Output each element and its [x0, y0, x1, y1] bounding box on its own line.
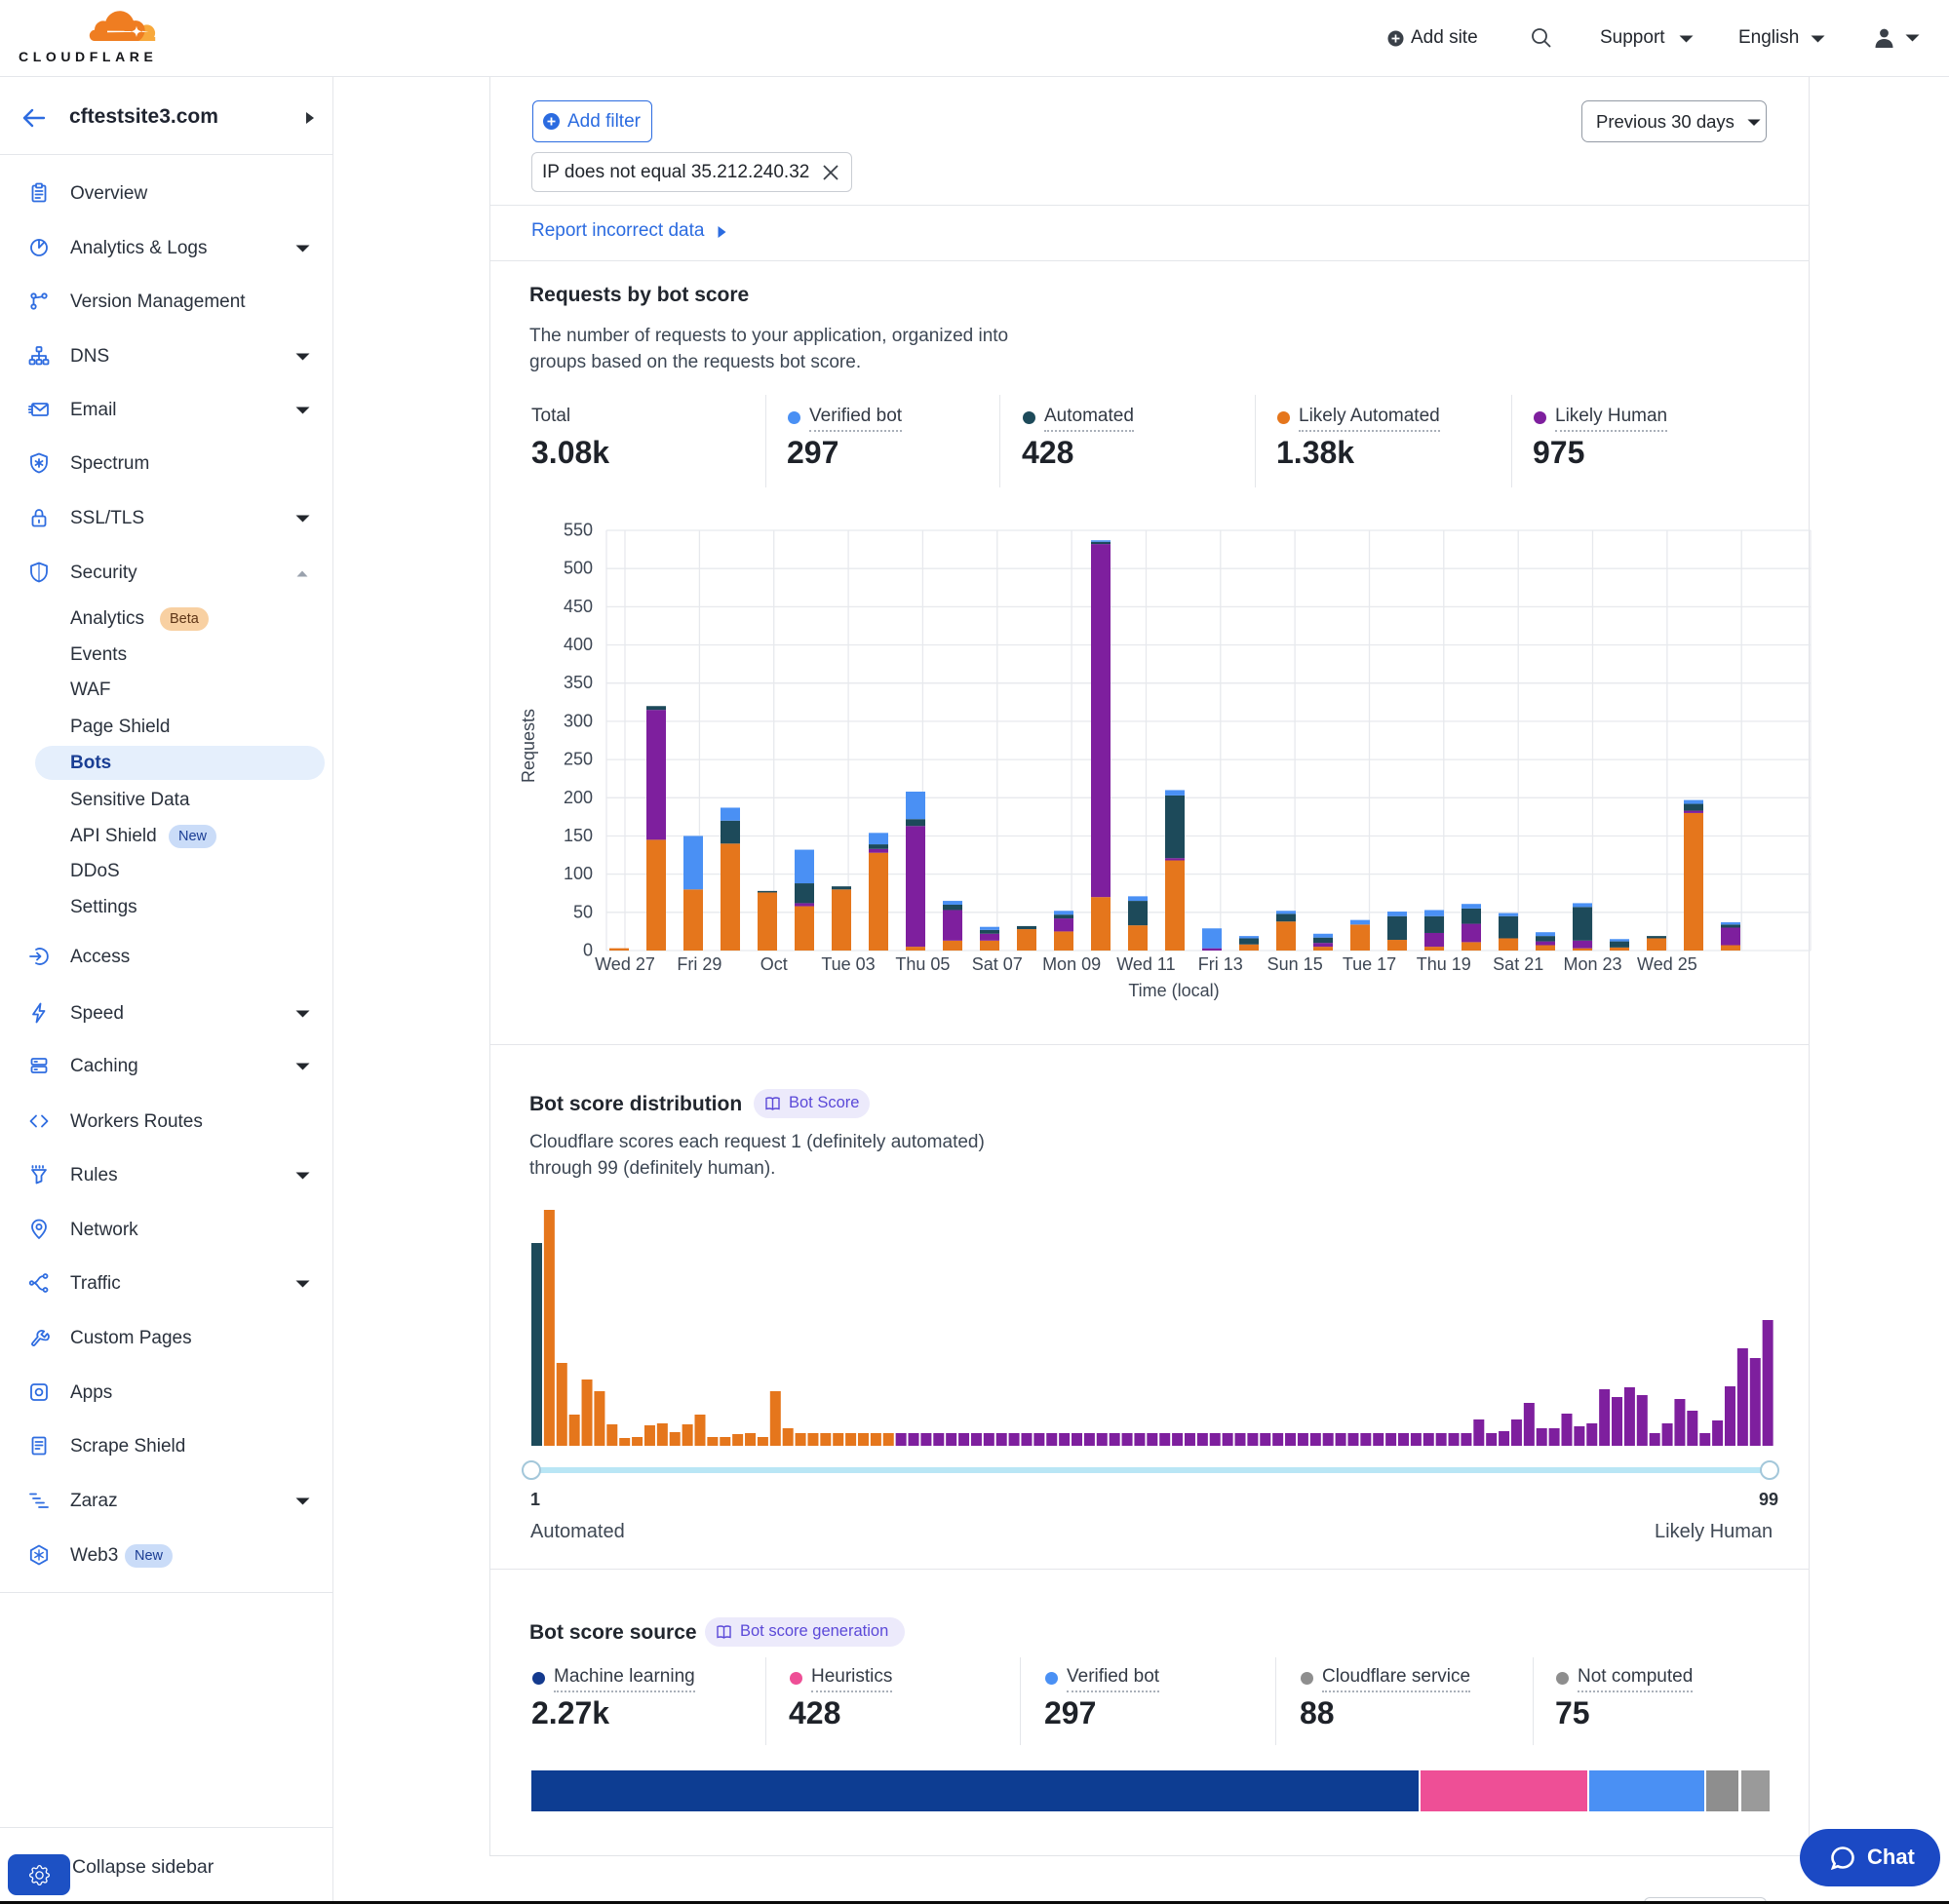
- svg-text:Requests: Requests: [519, 709, 538, 783]
- svg-text:Sat 21: Sat 21: [1493, 954, 1543, 974]
- svg-text:200: 200: [564, 788, 593, 807]
- svg-text:Wed 27: Wed 27: [595, 954, 655, 974]
- svg-text:50: 50: [573, 902, 593, 921]
- svg-text:Sat 07: Sat 07: [972, 954, 1023, 974]
- svg-text:Fri 13: Fri 13: [1198, 954, 1243, 974]
- svg-text:250: 250: [564, 750, 593, 769]
- svg-text:Thu 19: Thu 19: [1417, 954, 1471, 974]
- svg-text:150: 150: [564, 826, 593, 845]
- svg-text:550: 550: [564, 521, 593, 540]
- svg-text:Wed 25: Wed 25: [1637, 954, 1697, 974]
- svg-text:Thu 05: Thu 05: [895, 954, 950, 974]
- svg-text:400: 400: [564, 635, 593, 654]
- svg-text:100: 100: [564, 864, 593, 883]
- svg-text:Wed 11: Wed 11: [1116, 954, 1175, 974]
- svg-text:Tue 03: Tue 03: [821, 954, 875, 974]
- svg-text:500: 500: [564, 559, 593, 578]
- svg-text:350: 350: [564, 673, 593, 692]
- svg-text:Oct: Oct: [760, 954, 788, 974]
- svg-text:Tue 17: Tue 17: [1343, 954, 1396, 974]
- svg-text:Mon 09: Mon 09: [1042, 954, 1101, 974]
- svg-text:Mon 23: Mon 23: [1563, 954, 1621, 974]
- svg-text:Sun 15: Sun 15: [1267, 954, 1323, 974]
- svg-text:0: 0: [583, 941, 593, 960]
- svg-text:300: 300: [564, 711, 593, 730]
- svg-text:450: 450: [564, 597, 593, 616]
- svg-text:Time (local): Time (local): [1128, 981, 1219, 1000]
- svg-text:Fri 29: Fri 29: [677, 954, 721, 974]
